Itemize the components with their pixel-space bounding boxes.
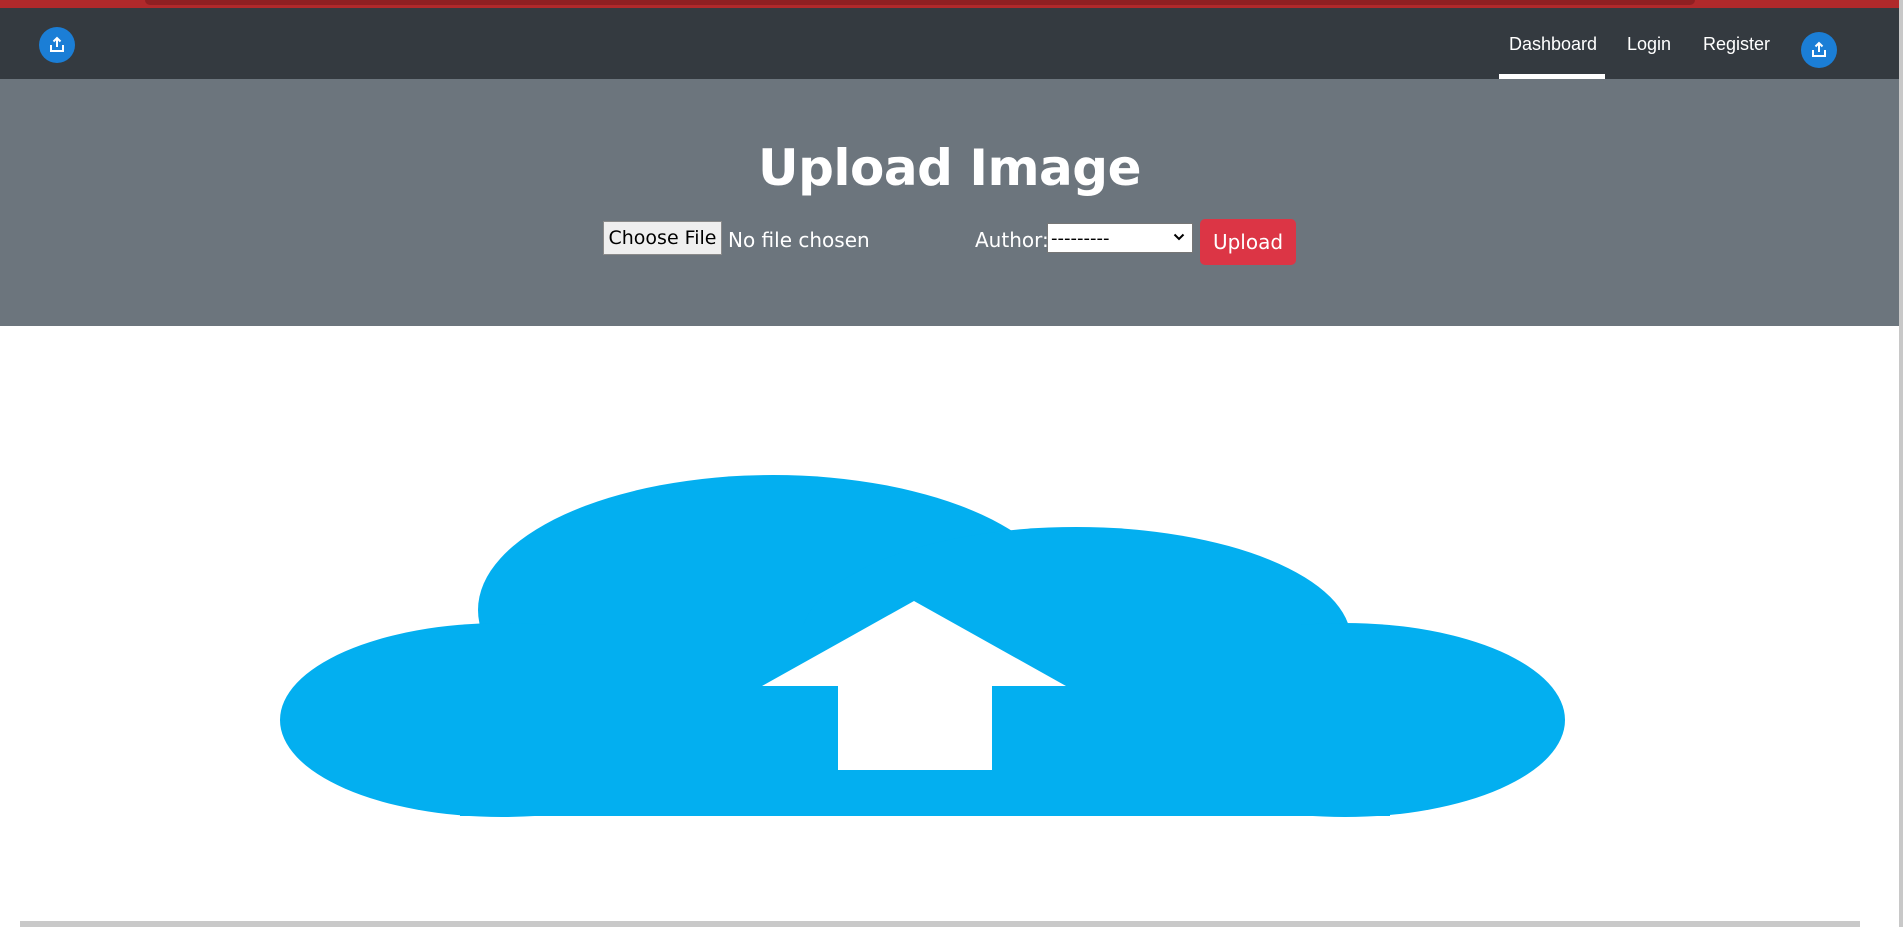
- author-select[interactable]: ---------: [1047, 223, 1193, 253]
- file-status-text: No file chosen: [728, 228, 870, 252]
- upload-share-icon: [1812, 41, 1826, 57]
- author-select-value: ---------: [1051, 227, 1110, 249]
- upload-hero: Upload Image Choose File No file chosen …: [0, 79, 1899, 326]
- choose-file-button[interactable]: Choose File: [603, 221, 722, 255]
- vertical-scrollbar[interactable]: [1899, 0, 1903, 927]
- nav-link-dashboard[interactable]: Dashboard: [1509, 34, 1597, 55]
- navbar: Dashboard Login Register: [0, 8, 1899, 79]
- nav-link-login[interactable]: Login: [1627, 34, 1671, 55]
- cloud-upload-icon: [280, 475, 1565, 817]
- browser-top-strip-inner: [145, 0, 1695, 5]
- nav-left-upload-button[interactable]: [39, 27, 75, 63]
- horizontal-scrollbar[interactable]: [20, 921, 1860, 927]
- author-label: Author:: [975, 228, 1049, 252]
- page-title: Upload Image: [758, 139, 1141, 197]
- chevron-down-icon: [1173, 233, 1185, 241]
- upload-button[interactable]: Upload: [1200, 219, 1296, 265]
- upload-share-icon: [50, 36, 64, 52]
- nav-link-register[interactable]: Register: [1703, 34, 1770, 55]
- cloud-upload-illustration: [280, 475, 1580, 825]
- nav-right-upload-button[interactable]: [1801, 32, 1837, 68]
